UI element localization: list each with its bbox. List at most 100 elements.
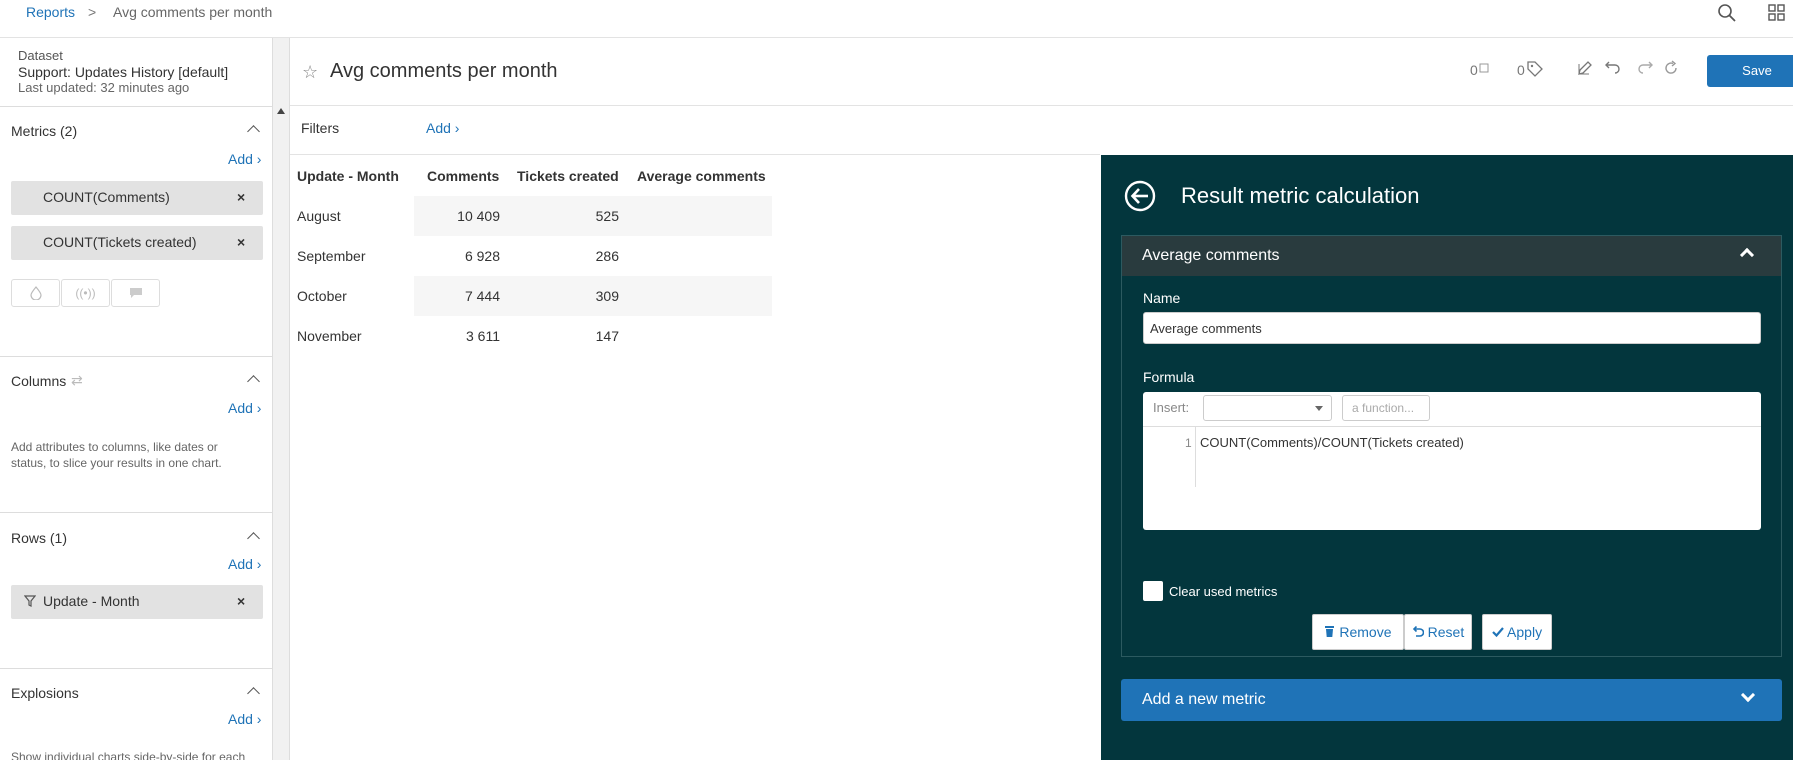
table-cell: 7 444 — [464, 288, 500, 304]
result-metric-panel: Result metric calculation Average commen… — [1101, 155, 1793, 760]
trash-icon — [1325, 626, 1335, 637]
rows-section: Rows (1) Add › Update - Month × — [0, 512, 273, 668]
table-cell: 309 — [595, 288, 619, 304]
table-cell: August — [297, 208, 341, 224]
filter-icon[interactable] — [23, 595, 37, 610]
clear-metrics-checkbox[interactable] — [1143, 581, 1163, 601]
line-gutter — [1195, 427, 1196, 487]
metric-pill[interactable]: COUNT(Tickets created) × — [11, 226, 263, 260]
table-cell: September — [297, 248, 366, 264]
explosions-help-text: Show individual charts side-by-side for … — [11, 750, 246, 760]
search-icon[interactable] — [1717, 3, 1737, 23]
tag-count: 0 — [1517, 62, 1525, 78]
explosions-collapse-icon[interactable] — [247, 687, 260, 700]
table-header-cell[interactable]: Update - Month — [297, 168, 399, 184]
columns-section: Columns ⇄ Add › Add attributes to column… — [0, 356, 273, 512]
formula-editor[interactable]: Insert: a function... 1 COUNT(Comments)/… — [1143, 392, 1761, 530]
dataset-name: Support: Updates History [default] — [18, 64, 229, 80]
report-header: ☆ Avg comments per month 0 0 Save — [290, 38, 1793, 106]
columns-add-link[interactable]: Add › — [228, 400, 261, 416]
breadcrumb-reports-link[interactable]: Reports — [26, 4, 75, 20]
page-title: Avg comments per month — [330, 60, 558, 82]
refresh-icon[interactable] — [1663, 60, 1683, 80]
filters-bar: Filters Add › — [290, 107, 1100, 155]
table-cell: 10 409 — [457, 208, 500, 224]
sidebar-scrollbar[interactable] — [273, 38, 290, 760]
table-cell: 525 — [595, 208, 619, 224]
metric-options-group: ((•)) — [11, 279, 161, 307]
rows-collapse-icon[interactable] — [247, 532, 260, 545]
undo-icon[interactable] — [1603, 60, 1623, 80]
metrics-section: Metrics (2) Add › COUNT(Comments) × COUN… — [0, 106, 273, 356]
metric-name-input[interactable] — [1143, 312, 1761, 344]
reset-icon — [1412, 625, 1425, 637]
row-pill[interactable]: Update - Month × — [11, 585, 263, 619]
table-header-cell[interactable]: Tickets created — [517, 168, 619, 184]
remove-button[interactable]: Remove — [1312, 614, 1404, 650]
comment-count: 0 — [1470, 62, 1478, 78]
reset-label: Reset — [1427, 624, 1465, 640]
tag-icon[interactable] — [1526, 60, 1546, 80]
dataset-updated: Last updated: 32 minutes ago — [18, 80, 190, 95]
reset-button[interactable]: Reset — [1404, 614, 1472, 650]
remove-row-icon[interactable]: × — [237, 593, 245, 609]
chevron-down-icon — [1740, 687, 1756, 703]
chevron-up-icon[interactable] — [1739, 247, 1755, 263]
explosions-section: Explosions Add › Show individual charts … — [0, 668, 273, 760]
rows-add-link[interactable]: Add › — [228, 556, 261, 572]
metric-pill[interactable]: COUNT(Comments) × — [11, 181, 263, 215]
apply-button[interactable]: Apply — [1482, 614, 1552, 650]
save-button[interactable]: Save — [1707, 55, 1793, 87]
explosions-add-link[interactable]: Add › — [228, 711, 261, 727]
breadcrumb-separator: > — [88, 4, 97, 20]
metrics-collapse-icon[interactable] — [247, 125, 260, 138]
metric-card: Average comments Name Formula Insert: a … — [1121, 235, 1782, 657]
filters-add-link[interactable]: Add › — [426, 120, 459, 136]
metric-card-header[interactable]: Average comments — [1122, 236, 1781, 276]
back-arrow-icon[interactable] — [1124, 180, 1156, 212]
top-bar: Reports > Avg comments per month — [0, 0, 1793, 38]
comment-icon[interactable] — [1479, 61, 1499, 81]
apps-grid-icon[interactable] — [1767, 3, 1787, 23]
columns-title: Columns — [11, 373, 67, 389]
formula-label: Formula — [1143, 369, 1195, 385]
table-cell: 286 — [595, 248, 619, 264]
redo-icon[interactable] — [1637, 60, 1657, 80]
comment-icon[interactable] — [111, 279, 160, 307]
apply-label: Apply — [1507, 624, 1543, 640]
chevron-down-icon — [1315, 406, 1323, 411]
remove-metric-icon[interactable]: × — [237, 234, 245, 250]
remove-metric-icon[interactable]: × — [237, 189, 245, 205]
table-cell: 147 — [595, 328, 619, 344]
add-new-metric-button[interactable]: Add a new metric — [1121, 679, 1782, 721]
insert-label: Insert: — [1153, 400, 1190, 415]
metric-pill-label: COUNT(Tickets created) — [43, 234, 197, 250]
add-new-metric-label: Add a new metric — [1142, 691, 1266, 708]
drop-icon[interactable] — [11, 279, 60, 307]
swap-icon[interactable]: ⇄ — [71, 372, 83, 389]
table-header-cell[interactable]: Comments — [427, 168, 499, 184]
favorite-star-icon[interactable]: ☆ — [302, 62, 318, 83]
edit-icon[interactable] — [1577, 60, 1597, 80]
insert-select[interactable] — [1203, 395, 1332, 421]
columns-help-text: Add attributes to columns, like dates or… — [11, 440, 222, 470]
scroll-up-arrow-icon[interactable] — [277, 108, 285, 114]
broadcast-icon[interactable]: ((•)) — [61, 279, 110, 307]
remove-label: Remove — [1339, 624, 1392, 640]
filters-label: Filters — [301, 120, 340, 136]
name-label: Name — [1143, 290, 1181, 306]
row-pill-label: Update - Month — [43, 593, 140, 609]
line-number: 1 — [1185, 436, 1192, 450]
clear-metrics-label: Clear used metrics — [1169, 584, 1278, 599]
sidebar: Dataset Support: Updates History [defaul… — [0, 38, 273, 760]
table-header-cell[interactable]: Average comments — [637, 168, 766, 184]
table-cell: November — [297, 328, 362, 344]
function-select[interactable]: a function... — [1342, 395, 1430, 421]
metrics-add-link[interactable]: Add › — [228, 151, 261, 167]
metrics-title: Metrics (2) — [11, 123, 78, 139]
explosions-title: Explosions — [11, 685, 79, 701]
formula-code[interactable]: COUNT(Comments)/COUNT(Tickets created) — [1200, 435, 1464, 450]
metric-pill-label: COUNT(Comments) — [43, 189, 170, 205]
table-cell: 3 611 — [466, 328, 500, 344]
columns-collapse-icon[interactable] — [247, 375, 260, 388]
